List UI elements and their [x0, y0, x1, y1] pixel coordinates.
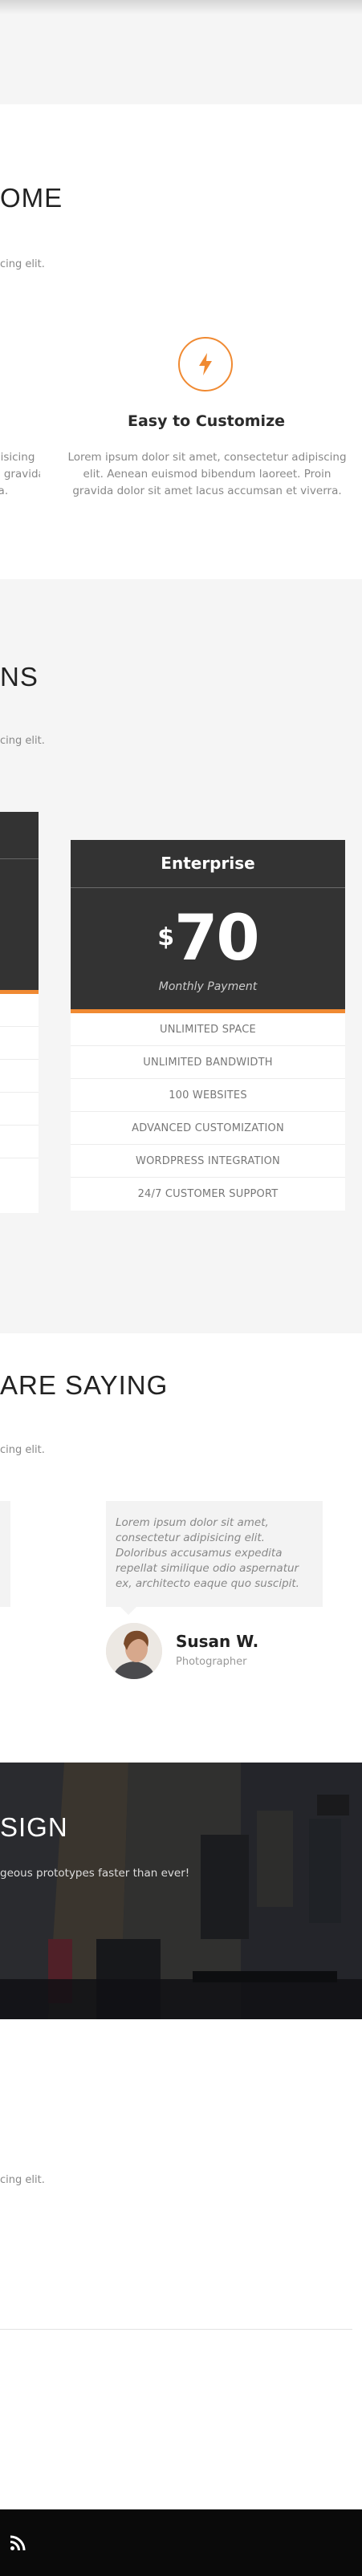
plan-name: Enterprise	[71, 840, 345, 888]
street-background	[0, 1763, 362, 2019]
feature-title: Easy to Customize	[127, 412, 286, 430]
quote-pointer	[120, 1607, 136, 1615]
plan-currency: $	[157, 923, 175, 951]
plan-feature: WORDPRESS INTEGRATION	[71, 1145, 345, 1178]
pricing-plan-partial	[0, 812, 39, 1213]
hero-banner: SIGN geous prototypes faster than ever!	[0, 1763, 362, 2019]
plan-price-value: 70	[174, 903, 260, 975]
banner-title: SIGN	[0, 1812, 68, 1842]
plan-period: Monthly Payment	[158, 980, 258, 993]
plan-partial-header	[0, 812, 39, 859]
feature-description-left-partial: disicing n gravida ra.	[0, 449, 40, 500]
pricing-section-subtitle: cing elit.	[0, 735, 45, 747]
plan-feature: UNLIMITED BANDWIDTH	[71, 1046, 345, 1079]
plan-price-block: $70 Monthly Payment	[71, 888, 345, 1009]
feature-left-line: ra.	[0, 485, 9, 497]
feature-description: Lorem ipsum dolor sit amet, consectetur …	[67, 451, 347, 497]
testimonials-section-subtitle: cing elit.	[0, 1444, 45, 1456]
feature-left-line: n gravida	[0, 468, 40, 481]
banner-text: geous prototypes faster than ever!	[0, 1867, 190, 1880]
testimonial-author-role: Photographer	[176, 1656, 247, 1668]
top-header-area	[0, 0, 362, 104]
testimonial-partial-box	[0, 1501, 10, 1607]
testimonial-author-name: Susan W.	[176, 1632, 259, 1651]
plan-feature: UNLIMITED SPACE	[71, 1013, 345, 1046]
plan-partial-price	[0, 859, 39, 990]
testimonials-section-title: ARE SAYING	[0, 1370, 169, 1400]
footer	[0, 2509, 362, 2576]
pricing-section-title: NS	[0, 662, 39, 692]
rss-icon[interactable]	[10, 2535, 27, 2553]
header-shadow	[0, 0, 362, 14]
contact-section-subtitle: cing elit.	[0, 2174, 45, 2186]
testimonial-quote: Lorem ipsum dolor sit amet, consectetur …	[106, 1501, 323, 1607]
plan-feature: ADVANCED CUSTOMIZATION	[71, 1112, 345, 1145]
avatar	[106, 1623, 162, 1679]
bolt-icon	[178, 337, 233, 391]
features-section-title: OME	[0, 183, 63, 213]
plan-price: $70	[71, 903, 345, 975]
plan-feature: 24/7 CUSTOMER SUPPORT	[137, 1188, 279, 1200]
pricing-plan-enterprise: Enterprise $70 Monthly Payment UNLIMITED…	[71, 840, 345, 1211]
contact-divider	[0, 2329, 352, 2330]
features-section-subtitle: cing elit.	[0, 258, 45, 270]
plan-feature: 100 WEBSITES	[71, 1079, 345, 1112]
feature-left-line: disicing	[0, 451, 35, 464]
